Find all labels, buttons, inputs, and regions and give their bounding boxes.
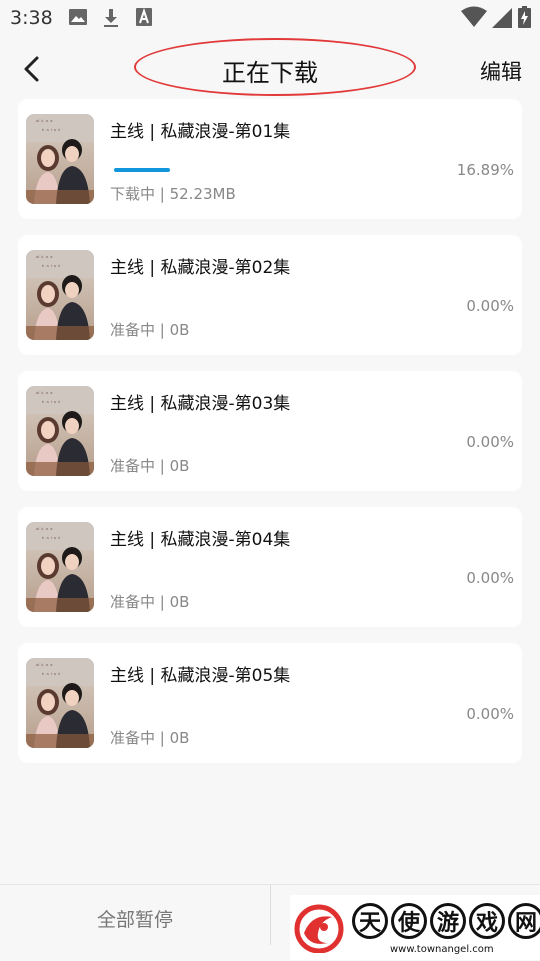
download-status: 准备中 | 0B (110, 729, 190, 747)
watermark-char: 网 (508, 903, 540, 939)
download-status: 准备中 | 0B (110, 457, 190, 475)
progress-fill (114, 168, 170, 172)
svg-text:ᵏ ᵃ ᴵ ᵒ ᵏ: ᵏ ᵃ ᴵ ᵒ ᵏ (42, 128, 61, 135)
download-percent: 0.00% (466, 297, 514, 315)
svg-text:ᵏ ᵃ ᴵ ᵒ ᵏ: ᵏ ᵃ ᴵ ᵒ ᵏ (42, 536, 61, 543)
image-icon (69, 9, 87, 25)
episode-thumbnail: ᵃᴵ ᵏ ᵒ ᵃ ᵏ ᵃ ᴵ ᵒ ᵏ (26, 250, 94, 340)
edit-button[interactable]: 编辑 (480, 56, 522, 86)
svg-text:ᵏ ᵃ ᴵ ᵒ ᵏ: ᵏ ᵃ ᴵ ᵒ ᵏ (42, 672, 61, 679)
svg-text:ᵃᴵ ᵏ ᵒ ᵃ: ᵃᴵ ᵏ ᵒ ᵃ (36, 255, 53, 262)
download-percent: 0.00% (466, 433, 514, 451)
episode-title: 主线 | 私藏浪漫-第04集 (110, 530, 291, 550)
download-status: 准备中 | 0B (110, 321, 190, 339)
download-item[interactable]: ᵃᴵ ᵏ ᵒ ᵃ ᵏ ᵃ ᴵ ᵒ ᵏ 主线 | 私藏浪漫-第04集 准备中 | … (18, 507, 522, 627)
svg-text:ᵃᴵ ᵏ ᵒ ᵃ: ᵃᴵ ᵏ ᵒ ᵃ (36, 663, 53, 670)
download-percent: 16.89% (456, 161, 514, 179)
header: 正在下载 编辑 (0, 36, 540, 102)
download-item[interactable]: ᵃᴵ ᵏ ᵒ ᵃ ᵏ ᵃ ᴵ ᵒ ᵏ 主线 | 私藏浪漫-第05集 准备中 | … (18, 643, 522, 763)
download-status: 下载中 | 52.23MB (110, 185, 236, 203)
pause-all-button[interactable]: 全部暂停 (0, 905, 270, 932)
status-bar: 3:38 (0, 0, 540, 36)
signal-icon (492, 8, 512, 28)
episode-thumbnail: ᵃᴵ ᵏ ᵒ ᵃ ᵏ ᵃ ᴵ ᵒ ᵏ (26, 114, 94, 204)
watermark-text: 天使游戏网 (352, 903, 540, 939)
svg-text:ᵃᴵ ᵏ ᵒ ᵃ: ᵃᴵ ᵏ ᵒ ᵃ (36, 119, 53, 126)
status-time: 3:38 (10, 7, 53, 29)
watermark: 天使游戏网 www.townangel.com (290, 895, 540, 960)
progress-bar (114, 168, 170, 172)
watermark-char: 游 (430, 903, 466, 939)
svg-text:ᵏ ᵃ ᴵ ᵒ ᵏ: ᵏ ᵃ ᴵ ᵒ ᵏ (42, 400, 61, 407)
page-title: 正在下载 (222, 59, 318, 87)
svg-text:ᵃᴵ ᵏ ᵒ ᵃ: ᵃᴵ ᵏ ᵒ ᵃ (36, 391, 53, 398)
watermark-char: 天 (352, 903, 388, 939)
battery-icon (518, 6, 531, 28)
episode-title: 主线 | 私藏浪漫-第05集 (110, 666, 291, 686)
download-item[interactable]: ᵃᴵ ᵏ ᵒ ᵃ ᵏ ᵃ ᴵ ᵒ ᵏ 主线 | 私藏浪漫-第01集 下载中 | … (18, 99, 522, 219)
svg-text:ᵏ ᵃ ᴵ ᵒ ᵏ: ᵏ ᵃ ᴵ ᵒ ᵏ (42, 264, 61, 271)
download-icon (104, 9, 118, 27)
episode-title: 主线 | 私藏浪漫-第03集 (110, 394, 291, 414)
bottom-divider (270, 885, 271, 945)
download-percent: 0.00% (466, 705, 514, 723)
watermark-char: 戏 (469, 903, 505, 939)
wifi-icon (461, 6, 487, 27)
episode-title: 主线 | 私藏浪漫-第02集 (110, 258, 291, 278)
watermark-logo-icon (294, 904, 344, 953)
watermark-char: 使 (391, 903, 427, 939)
download-item[interactable]: ᵃᴵ ᵏ ᵒ ᵃ ᵏ ᵃ ᴵ ᵒ ᵏ 主线 | 私藏浪漫-第02集 准备中 | … (18, 235, 522, 355)
watermark-url: www.townangel.com (390, 944, 494, 955)
download-status: 准备中 | 0B (110, 593, 190, 611)
download-percent: 0.00% (466, 569, 514, 587)
download-list: ᵃᴵ ᵏ ᵒ ᵃ ᵏ ᵃ ᴵ ᵒ ᵏ 主线 | 私藏浪漫-第01集 下载中 | … (18, 99, 522, 779)
download-item[interactable]: ᵃᴵ ᵏ ᵒ ᵃ ᵏ ᵃ ᴵ ᵒ ᵏ 主线 | 私藏浪漫-第03集 准备中 | … (18, 371, 522, 491)
episode-thumbnail: ᵃᴵ ᵏ ᵒ ᵃ ᵏ ᵃ ᴵ ᵒ ᵏ (26, 522, 94, 612)
episode-thumbnail: ᵃᴵ ᵏ ᵒ ᵃ ᵏ ᵃ ᴵ ᵒ ᵏ (26, 386, 94, 476)
a-box-icon (136, 8, 152, 26)
svg-text:ᵃᴵ ᵏ ᵒ ᵃ: ᵃᴵ ᵏ ᵒ ᵃ (36, 527, 53, 534)
episode-title: 主线 | 私藏浪漫-第01集 (110, 122, 291, 142)
episode-thumbnail: ᵃᴵ ᵏ ᵒ ᵃ ᵏ ᵃ ᴵ ᵒ ᵏ (26, 658, 94, 748)
